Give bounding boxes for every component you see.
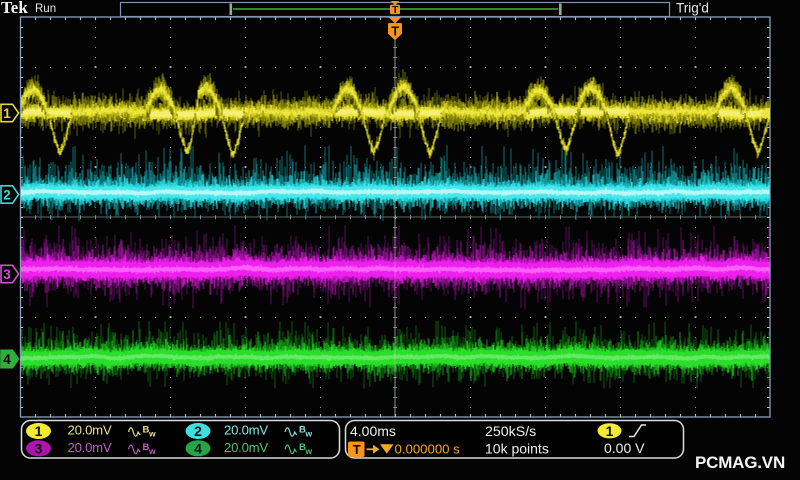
svg-text:0.00 V: 0.00 V	[604, 440, 645, 456]
svg-text:4: 4	[3, 352, 11, 367]
svg-text:3: 3	[35, 440, 43, 456]
svg-text:T: T	[391, 25, 399, 39]
svg-text:2: 2	[194, 423, 202, 439]
svg-text:w: w	[148, 446, 156, 456]
svg-text:0.000000 s: 0.000000 s	[395, 441, 461, 456]
svg-text:w: w	[305, 429, 313, 439]
svg-text:10k points: 10k points	[485, 440, 549, 456]
svg-text:Trig'd: Trig'd	[676, 1, 709, 16]
svg-text:w: w	[305, 446, 313, 456]
svg-text:Run: Run	[35, 3, 56, 15]
svg-text:T: T	[353, 442, 361, 457]
svg-text:20.0mV: 20.0mV	[224, 423, 268, 438]
svg-text:PCMAG.VN: PCMAG.VN	[695, 453, 785, 472]
svg-text:1: 1	[3, 106, 11, 121]
svg-text:1: 1	[35, 423, 43, 439]
svg-text:4.00ms: 4.00ms	[350, 423, 396, 439]
svg-text:T: T	[392, 4, 399, 16]
svg-text:20.0mV: 20.0mV	[68, 423, 112, 438]
svg-text:Tek: Tek	[1, 0, 28, 17]
svg-text:w: w	[148, 429, 156, 439]
svg-text:250kS/s: 250kS/s	[485, 424, 536, 440]
svg-text:20.0mV: 20.0mV	[68, 440, 112, 455]
svg-text:4: 4	[194, 440, 202, 456]
svg-text:20.0mV: 20.0mV	[224, 440, 268, 455]
svg-text:3: 3	[3, 267, 11, 282]
svg-text:1: 1	[606, 423, 614, 439]
svg-text:2: 2	[3, 188, 11, 203]
